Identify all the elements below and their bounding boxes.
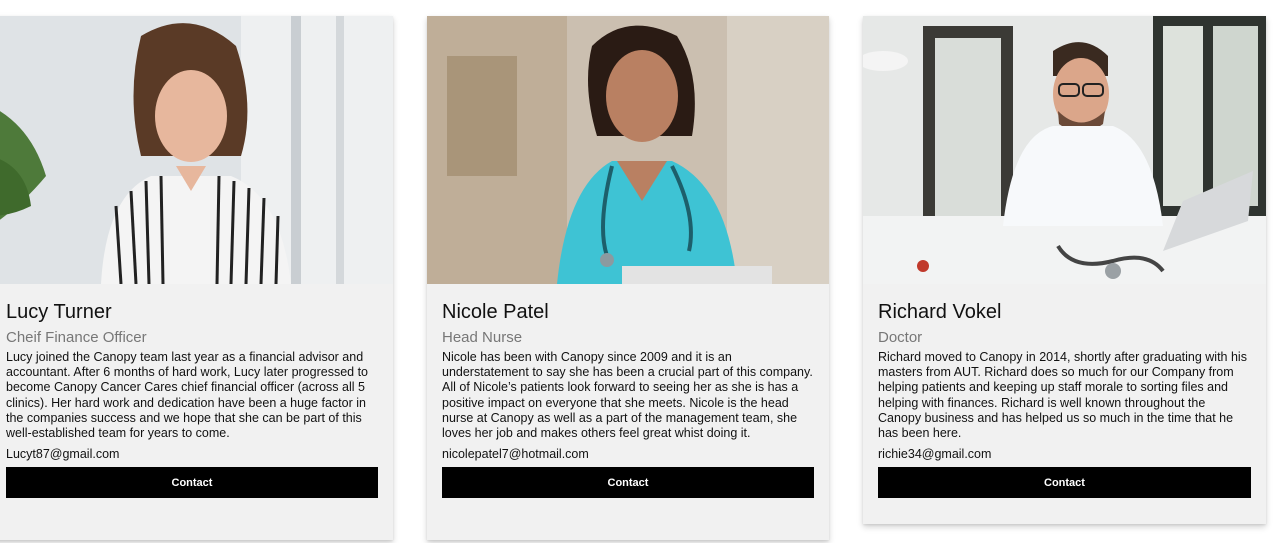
member-name: Richard Vokel bbox=[878, 301, 1002, 323]
member-bio: Nicole has been with Canopy since 2009 a… bbox=[442, 350, 813, 441]
member-name: Nicole Patel bbox=[442, 301, 549, 323]
member-email: nicolepatel7@hotmail.com bbox=[442, 447, 589, 462]
contact-button-richard[interactable]: Contact bbox=[878, 467, 1251, 499]
contact-button-lucy[interactable]: Contact bbox=[6, 467, 378, 499]
member-name: Lucy Turner bbox=[6, 301, 112, 323]
team-card-richard: Richard Vokel Doctor Richard moved to Ca… bbox=[863, 16, 1266, 524]
member-role: Head Nurse bbox=[442, 329, 523, 346]
contact-button-nicole[interactable]: Contact bbox=[442, 467, 814, 499]
member-bio: Lucy joined the Canopy team last year as… bbox=[6, 350, 368, 441]
profile-photo-lucy bbox=[0, 16, 393, 284]
member-role: Cheif Finance Officer bbox=[6, 329, 147, 346]
team-card-nicole: Nicole Patel Head Nurse Nicole has been … bbox=[427, 16, 829, 540]
member-bio: Richard moved to Canopy in 2014, shortly… bbox=[878, 350, 1247, 441]
member-email: Lucyt87@gmail.com bbox=[6, 447, 120, 462]
team-section: Lucy Turner Cheif Finance Officer Lucy j… bbox=[0, 0, 1280, 543]
team-card-lucy: Lucy Turner Cheif Finance Officer Lucy j… bbox=[0, 16, 393, 540]
member-email: richie34@gmail.com bbox=[878, 447, 992, 462]
member-role: Doctor bbox=[878, 329, 923, 346]
profile-photo-nicole bbox=[427, 16, 829, 284]
profile-photo-richard bbox=[863, 16, 1266, 284]
